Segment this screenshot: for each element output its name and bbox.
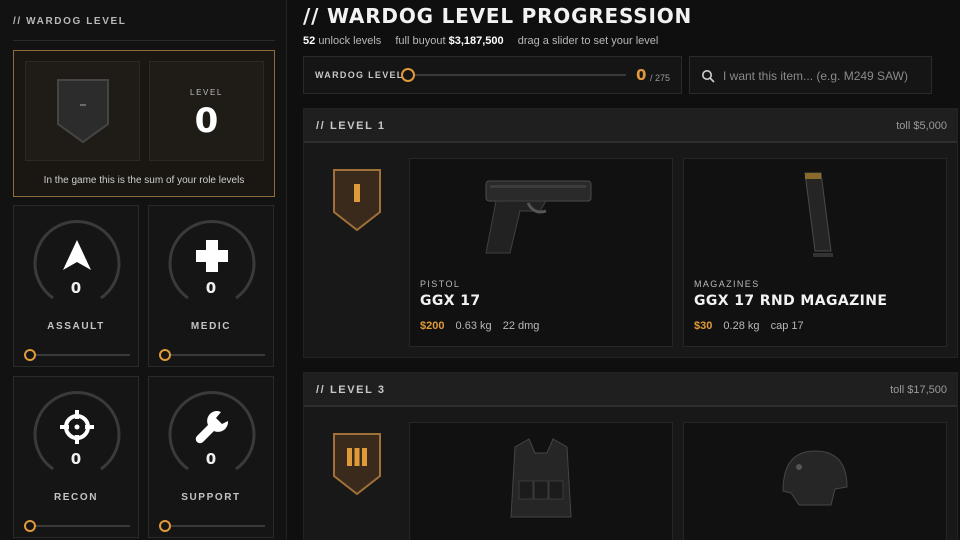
wardog-level-summary: LEVEL 0 In the game this is the sum of y…	[13, 50, 275, 197]
role-name: SUPPORT	[181, 492, 241, 503]
item-meta: $200 0.63 kg 22 dmg	[420, 320, 539, 332]
assault-arrow-icon	[63, 240, 91, 270]
helmet-icon	[782, 450, 848, 506]
item-price: $200	[420, 320, 445, 332]
sidebar-divider	[13, 40, 275, 41]
item-card-helmet[interactable]	[683, 422, 947, 540]
level-title: // LEVEL 3	[316, 384, 386, 396]
slider-knob[interactable]	[24, 520, 36, 532]
unlock-count: 52	[303, 35, 316, 47]
page-title: // WARDOG LEVEL PROGRESSION	[303, 4, 693, 28]
buyout-label: full buyout	[395, 35, 446, 47]
item-search[interactable]	[689, 56, 932, 94]
item-category: PISTOL	[420, 279, 461, 289]
level-panel: LEVEL 0	[149, 61, 264, 161]
slider-hint: drag a slider to set your level	[517, 35, 659, 47]
role-card-assault: 0 ASSAULT	[13, 205, 139, 367]
support-wrench-icon	[195, 410, 229, 444]
slider-knob[interactable]	[159, 349, 171, 361]
medic-cross-icon	[196, 240, 228, 272]
level-title: // LEVEL 1	[316, 120, 386, 132]
wardog-level-slider[interactable]: WARDOG LEVEL 0 / 275	[303, 56, 682, 94]
role-card-medic: 0 MEDIC	[148, 205, 274, 367]
level-caption: LEVEL	[190, 88, 223, 97]
level-value: 0	[194, 101, 219, 141]
level-toll: toll $17,500	[890, 384, 947, 396]
level-badge-icon	[333, 433, 381, 496]
slider-track	[28, 354, 130, 356]
role-card-support: 0 SUPPORT	[148, 376, 274, 538]
progression-stats: 52 unlock levels full buyout $3,187,500 …	[303, 35, 658, 47]
medic-slider[interactable]	[159, 349, 265, 361]
item-damage: 22 dmg	[502, 320, 540, 332]
recon-slider[interactable]	[24, 520, 130, 532]
tactical-vest-icon	[510, 438, 572, 518]
wardog-slider-knob[interactable]	[401, 68, 415, 82]
slider-knob[interactable]	[24, 349, 36, 361]
item-card-ggx17[interactable]: PISTOL GGX 17 $200 0.63 kg 22 dmg	[409, 158, 673, 347]
slider-knob[interactable]	[159, 520, 171, 532]
recon-crosshair-icon	[60, 410, 94, 444]
support-slider[interactable]	[159, 520, 265, 532]
item-price: $30	[694, 320, 713, 332]
buyout-value: $3,187,500	[448, 35, 504, 47]
item-capacity: cap 17	[770, 320, 804, 332]
role-name: ASSAULT	[47, 321, 105, 332]
role-value: 0	[205, 279, 217, 297]
item-weight: 0.63 kg	[455, 320, 492, 332]
wardog-slider-label: WARDOG LEVEL	[315, 70, 404, 80]
role-name: RECON	[53, 492, 99, 503]
item-category: MAGAZINES	[694, 279, 760, 289]
item-meta: $30 0.28 kg cap 17	[694, 320, 804, 332]
wardog-slider-track[interactable]	[408, 74, 626, 76]
wardog-level-value: 0	[636, 66, 647, 84]
pistol-icon	[485, 180, 592, 254]
level-shield-icon	[56, 79, 109, 144]
level-badge-icon	[333, 169, 381, 232]
slider-track	[163, 354, 265, 356]
search-input[interactable]	[723, 65, 923, 87]
item-image	[684, 159, 946, 269]
level-section-1: // LEVEL 1 toll $5,000 PISTOL GGX 17 $20…	[303, 108, 958, 358]
role-name: MEDIC	[190, 321, 232, 332]
item-image	[410, 159, 672, 269]
search-icon	[702, 70, 715, 83]
item-image	[684, 423, 946, 533]
level-section-3: // LEVEL 3 toll $17,500	[303, 372, 958, 540]
item-image	[410, 423, 672, 533]
item-name: GGX 17	[420, 293, 481, 309]
wardog-level-max: / 275	[650, 73, 671, 83]
sidebar-title: // WARDOG LEVEL	[13, 16, 127, 27]
slider-track	[163, 525, 265, 527]
level-note: In the game this is the sum of your role…	[43, 175, 245, 186]
level-header: // LEVEL 3 toll $17,500	[304, 373, 957, 407]
item-card-vest[interactable]	[409, 422, 673, 540]
magazine-icon	[804, 172, 833, 257]
shield-panel	[25, 61, 140, 161]
sidebar: // WARDOG LEVEL LEVEL 0 In the game this…	[0, 0, 287, 540]
item-card-ggx17-magazine[interactable]: MAGAZINES GGX 17 RND MAGAZINE $30 0.28 k…	[683, 158, 947, 347]
unlock-label: unlock levels	[318, 35, 382, 47]
slider-track	[28, 525, 130, 527]
assault-slider[interactable]	[24, 349, 130, 361]
role-value: 0	[70, 279, 82, 297]
level-toll: toll $5,000	[896, 120, 947, 132]
level-header: // LEVEL 1 toll $5,000	[304, 109, 957, 143]
item-name: GGX 17 RND MAGAZINE	[694, 293, 888, 309]
item-weight: 0.28 kg	[723, 320, 760, 332]
role-value: 0	[70, 450, 82, 468]
role-card-recon: 0 RECON	[13, 376, 139, 538]
role-value: 0	[205, 450, 217, 468]
